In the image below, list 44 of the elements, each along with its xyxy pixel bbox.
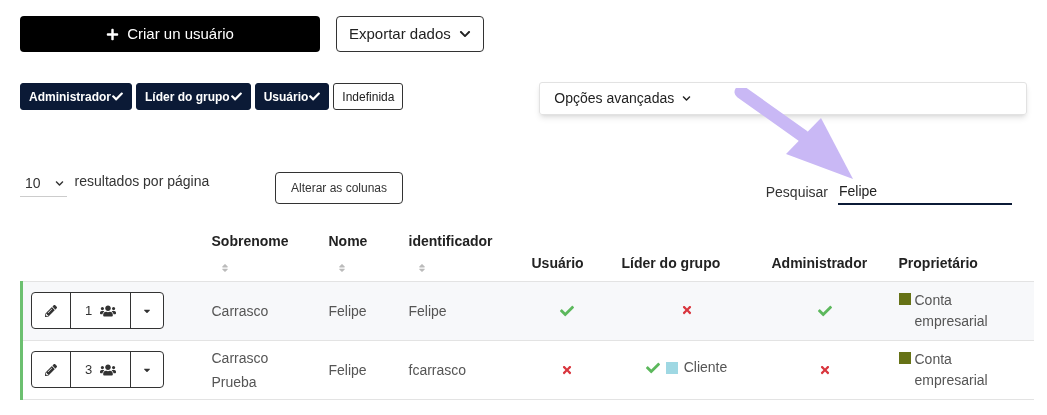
pencil-icon — [45, 363, 57, 376]
page-size-select[interactable]: 10 — [20, 171, 67, 197]
table-cell: Carrasco Prueba — [211, 349, 269, 390]
role-filter-chip[interactable]: Administrador — [20, 83, 132, 110]
export-data-button[interactable]: Exportar dados — [336, 16, 484, 52]
sort-icon[interactable] — [416, 262, 427, 273]
role-filter-chip[interactable]: Líder do grupo — [136, 83, 251, 110]
chevron-down-icon — [458, 28, 471, 40]
pencil-icon — [45, 304, 57, 317]
check-icon — [112, 91, 123, 102]
chevron-down-icon — [54, 179, 64, 188]
column-header: Administrador — [771, 254, 868, 273]
sort-icon[interactable] — [219, 262, 230, 273]
groups-count-button[interactable]: 1 — [71, 293, 131, 328]
export-label: Exportar dados — [349, 23, 451, 44]
page-size-label: resultados por página — [74, 171, 210, 191]
search-label: Pesquisar — [765, 182, 828, 202]
search-field[interactable]: Felipe — [838, 179, 1012, 205]
owner-label: Conta empresarial — [914, 290, 989, 331]
table-cell: Carrasco — [211, 302, 269, 319]
create-user-button[interactable]: Criar un usuário — [20, 16, 320, 52]
role-filter-chip[interactable]: Indefinida — [333, 83, 404, 110]
table-cell: Felipe — [328, 302, 367, 319]
create-user-label: Criar un usuário — [127, 23, 234, 44]
column-header[interactable]: Nome — [328, 231, 368, 252]
owner-label: Conta empresarial — [914, 349, 989, 390]
column-header: Usuário — [531, 254, 584, 273]
change-columns-button[interactable]: Alterar as colunas — [275, 172, 404, 204]
check-icon — [309, 91, 321, 102]
table-cell: fcarrasco — [408, 361, 467, 378]
plus-icon — [106, 27, 120, 41]
table-cell: Felipe — [408, 302, 447, 319]
group-tag: Cliente — [683, 357, 728, 379]
groups-count-button[interactable]: 3 — [71, 352, 131, 387]
check-icon — [230, 91, 242, 102]
table-cell: Felipe — [328, 361, 367, 378]
sort-icon[interactable] — [336, 262, 347, 273]
advanced-options-toggle[interactable]: Opções avançadas — [554, 88, 692, 109]
chevron-down-icon — [682, 94, 692, 103]
column-header: Proprietário — [898, 254, 978, 273]
column-header[interactable]: Sobrenome — [211, 231, 289, 252]
column-header[interactable]: identificador — [408, 231, 493, 252]
role-filter-chip[interactable]: Usuário — [254, 83, 330, 110]
column-header: Líder do grupo — [621, 254, 721, 273]
